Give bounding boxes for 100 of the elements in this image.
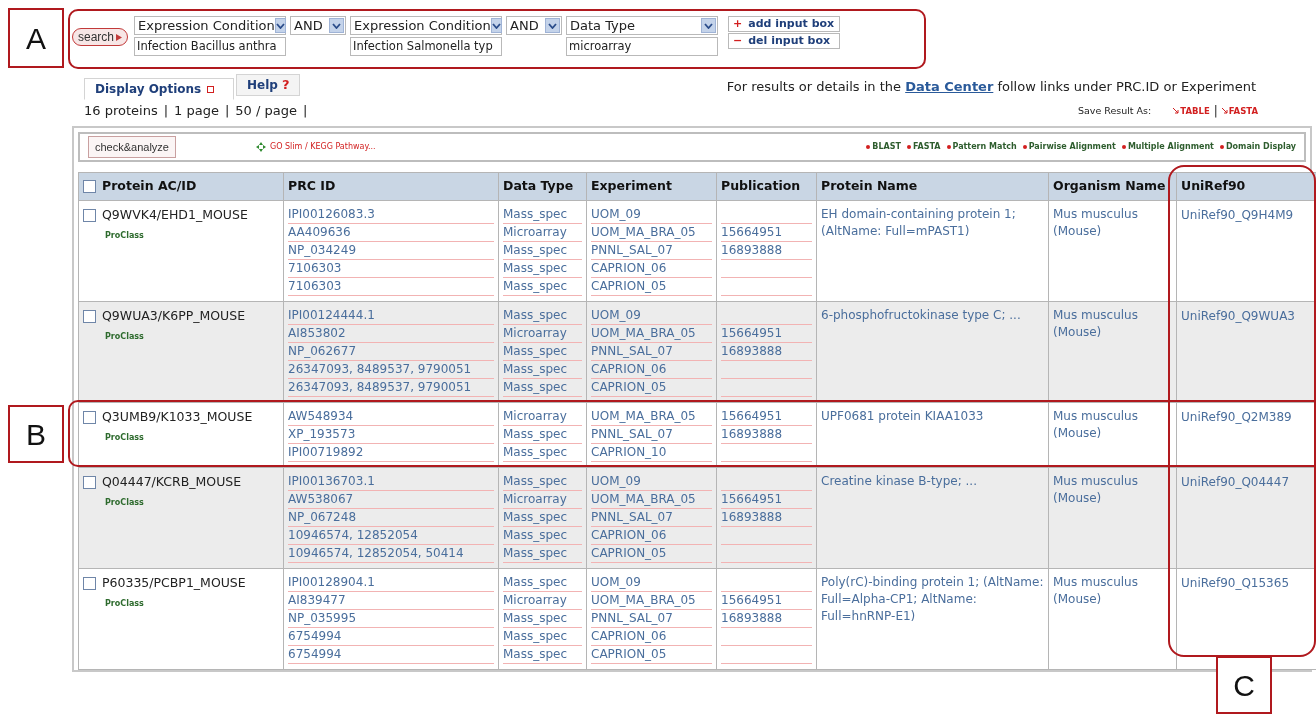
data-type-link[interactable]: Mass_spec bbox=[503, 279, 568, 293]
proclass-link[interactable]: ProClass bbox=[105, 497, 144, 507]
tool-link[interactable]: BLAST bbox=[866, 141, 901, 153]
publication-link[interactable]: 15664951 bbox=[721, 326, 783, 340]
experiment-link[interactable]: PNNL_SAL_07 bbox=[591, 243, 673, 257]
prc-id-link[interactable]: IPI00136703.1 bbox=[288, 474, 375, 488]
protein-name-link[interactable]: 6-phosphofructokinase type C; ... bbox=[821, 307, 1044, 324]
experiment-link[interactable]: CAPRION_06 bbox=[591, 629, 667, 643]
search-button[interactable]: search bbox=[72, 28, 129, 46]
data-type-link[interactable]: Mass_spec bbox=[503, 546, 568, 560]
experiment-link[interactable]: CAPRION_05 bbox=[591, 647, 667, 661]
experiment-link[interactable]: UOM_MA_BRA_05 bbox=[591, 326, 696, 340]
data-type-link[interactable]: Mass_spec bbox=[503, 629, 568, 643]
field-select[interactable]: Expression Condition bbox=[350, 16, 503, 35]
data-type-link[interactable]: Mass_spec bbox=[503, 647, 568, 661]
data-type-link[interactable]: Mass_spec bbox=[503, 427, 568, 441]
tab[interactable]: Display Options bbox=[84, 78, 234, 100]
field-select[interactable]: Data Type bbox=[566, 16, 719, 35]
experiment-link[interactable]: UOM_09 bbox=[591, 207, 641, 221]
data-type-link[interactable]: Mass_spec bbox=[503, 207, 568, 221]
save-format-link[interactable]: TABLE bbox=[1173, 104, 1210, 118]
prc-id-link[interactable]: 10946574, 12852054 bbox=[288, 528, 418, 542]
prc-id-link[interactable]: NP_034249 bbox=[288, 243, 357, 257]
publication-link[interactable]: 15664951 bbox=[721, 225, 783, 239]
data-type-link[interactable]: Mass_spec bbox=[503, 261, 568, 275]
data-type-link[interactable]: Mass_spec bbox=[503, 243, 568, 257]
input-field[interactable]: Infection Salmonella typ bbox=[350, 37, 503, 56]
field-select[interactable]: Expression Condition bbox=[134, 16, 287, 35]
data-type-link[interactable]: Mass_spec bbox=[503, 528, 568, 542]
publication-link[interactable]: 15664951 bbox=[721, 409, 783, 423]
tool-link[interactable]: Domain Display bbox=[1219, 141, 1296, 153]
experiment-link[interactable]: UOM_09 bbox=[591, 308, 641, 322]
publication-link[interactable]: 16893888 bbox=[721, 427, 783, 441]
experiment-link[interactable]: CAPRION_05 bbox=[591, 380, 667, 394]
prc-id-link[interactable]: AA409636 bbox=[288, 225, 351, 239]
input-field[interactable]: Infection Bacillus anthra bbox=[134, 37, 287, 56]
check-analyze-button[interactable]: check&analyze bbox=[88, 136, 176, 158]
uniref-link[interactable]: UniRef90_Q9H4M9 bbox=[1181, 208, 1294, 222]
data-center-link[interactable]: Data Center bbox=[905, 78, 994, 94]
proclass-link[interactable]: ProClass bbox=[105, 230, 144, 240]
save-format-link[interactable]: FASTA bbox=[1221, 104, 1258, 118]
operator-select[interactable]: AND bbox=[290, 16, 347, 35]
experiment-link[interactable]: UOM_MA_BRA_05 bbox=[591, 225, 696, 239]
tool-link[interactable]: Pairwise Alignment bbox=[1022, 141, 1116, 153]
prc-id-link[interactable]: AI839477 bbox=[288, 593, 346, 607]
protein-name-link[interactable]: Creatine kinase B-type; ... bbox=[821, 473, 1044, 490]
prc-id-link[interactable]: AW548934 bbox=[288, 409, 354, 423]
proclass-link[interactable]: ProClass bbox=[105, 331, 144, 341]
prc-id-link[interactable]: 26347093, 8489537, 9790051 bbox=[288, 380, 472, 394]
prc-id-link[interactable]: 7106303 bbox=[288, 261, 342, 275]
input-field[interactable]: microarray bbox=[566, 37, 719, 56]
experiment-link[interactable]: UOM_09 bbox=[591, 575, 641, 589]
data-type-link[interactable]: Microarray bbox=[503, 492, 567, 506]
uniref-link[interactable]: UniRef90_Q04447 bbox=[1181, 475, 1290, 489]
experiment-link[interactable]: UOM_MA_BRA_05 bbox=[591, 492, 696, 506]
data-type-link[interactable]: Mass_spec bbox=[503, 362, 568, 376]
prc-id-link[interactable]: 26347093, 8489537, 9790051 bbox=[288, 362, 472, 376]
prc-id-link[interactable]: AW538067 bbox=[288, 492, 354, 506]
uniref-link[interactable]: UniRef90_Q2M389 bbox=[1181, 410, 1292, 424]
experiment-link[interactable]: UOM_09 bbox=[591, 474, 641, 488]
prc-id-link[interactable]: 6754994 bbox=[288, 629, 342, 643]
uniref-link[interactable]: UniRef90_Q9WUA3 bbox=[1181, 309, 1295, 323]
prc-id-link[interactable]: IPI00719892 bbox=[288, 445, 364, 459]
experiment-link[interactable]: CAPRION_06 bbox=[591, 528, 667, 542]
publication-link[interactable]: 16893888 bbox=[721, 611, 783, 625]
data-type-link[interactable]: Mass_spec bbox=[503, 308, 568, 322]
data-type-link[interactable]: Mass_spec bbox=[503, 611, 568, 625]
data-type-link[interactable]: Microarray bbox=[503, 326, 567, 340]
prc-id-link[interactable]: AI853802 bbox=[288, 326, 346, 340]
data-type-link[interactable]: Mass_spec bbox=[503, 445, 568, 459]
prc-id-link[interactable]: IPI00126083.3 bbox=[288, 207, 375, 221]
publication-link[interactable]: 15664951 bbox=[721, 492, 783, 506]
experiment-link[interactable]: PNNL_SAL_07 bbox=[591, 510, 673, 524]
experiment-link[interactable]: PNNL_SAL_07 bbox=[591, 427, 673, 441]
prc-id-link[interactable]: NP_035995 bbox=[288, 611, 357, 625]
pathway-link[interactable]: GO Slim / KEGG Pathway... bbox=[256, 141, 376, 153]
data-type-link[interactable]: Mass_spec bbox=[503, 575, 568, 589]
data-type-link[interactable]: Mass_spec bbox=[503, 380, 568, 394]
prc-id-link[interactable]: NP_067248 bbox=[288, 510, 357, 524]
input-box-button[interactable]: − del input box bbox=[728, 33, 841, 49]
experiment-link[interactable]: CAPRION_10 bbox=[591, 445, 667, 459]
publication-link[interactable]: 16893888 bbox=[721, 344, 783, 358]
prc-id-link[interactable]: NP_062677 bbox=[288, 344, 357, 358]
experiment-link[interactable]: PNNL_SAL_07 bbox=[591, 611, 673, 625]
uniref-link[interactable]: UniRef90_Q15365 bbox=[1181, 576, 1290, 590]
tool-link[interactable]: FASTA bbox=[906, 141, 941, 153]
tool-link[interactable]: Multiple Alignment bbox=[1121, 141, 1214, 153]
data-type-link[interactable]: Mass_spec bbox=[503, 510, 568, 524]
prc-id-link[interactable]: 6754994 bbox=[288, 647, 342, 661]
experiment-link[interactable]: UOM_MA_BRA_05 bbox=[591, 593, 696, 607]
experiment-link[interactable]: CAPRION_05 bbox=[591, 546, 667, 560]
experiment-link[interactable]: PNNL_SAL_07 bbox=[591, 344, 673, 358]
proclass-link[interactable]: ProClass bbox=[105, 432, 144, 442]
prc-id-link[interactable]: XP_193573 bbox=[288, 427, 356, 441]
data-type-link[interactable]: Microarray bbox=[503, 593, 567, 607]
prc-id-link[interactable]: 10946574, 12852054, 50414 bbox=[288, 546, 464, 560]
publication-link[interactable]: 15664951 bbox=[721, 593, 783, 607]
prc-id-link[interactable]: IPI00124444.1 bbox=[288, 308, 375, 322]
experiment-link[interactable]: CAPRION_05 bbox=[591, 279, 667, 293]
data-type-link[interactable]: Microarray bbox=[503, 409, 567, 423]
